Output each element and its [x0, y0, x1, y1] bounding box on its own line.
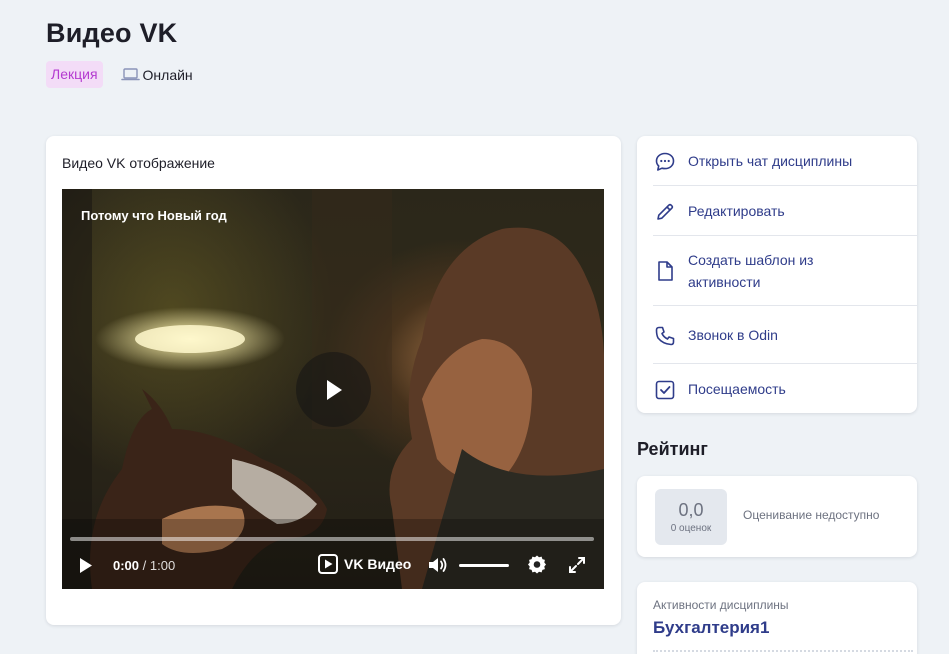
play-icon	[80, 558, 92, 573]
action-label: Открыть чат дисциплины	[688, 153, 853, 169]
score-count: 0 оценок	[670, 523, 712, 534]
page-title: Видео VK	[46, 18, 178, 48]
vk-play-logo-icon	[318, 554, 338, 574]
action-label: Посещаемость	[688, 381, 786, 397]
current-time: 0:00	[113, 558, 140, 573]
vk-video-brand: VK Видео	[344, 556, 412, 572]
play-button[interactable]	[78, 557, 94, 579]
action-label: Звонок в Odin	[688, 327, 778, 343]
video-card: Видео VK отображение Потому что Новый го…	[46, 136, 621, 625]
video-player[interactable]: Потому что Новый год 0:00 / 1:00 VK Виде…	[62, 189, 604, 589]
action-edit[interactable]: Редактировать	[653, 200, 901, 224]
phone-icon	[653, 324, 677, 348]
document-icon	[653, 259, 677, 283]
player-controls: 0:00 / 1:00 VK Видео	[62, 551, 604, 581]
rating-heading: Рейтинг	[637, 439, 708, 459]
score-value: 0,0	[678, 500, 704, 520]
video-progress-bar[interactable]	[70, 537, 594, 541]
divider	[653, 185, 917, 186]
activity-format: Онлайн	[120, 66, 193, 83]
time-separator: /	[139, 558, 150, 573]
action-label: Редактировать	[688, 203, 785, 219]
activity-type-badge: Лекция	[46, 61, 103, 88]
volume-icon	[429, 558, 447, 572]
discipline-card: Активности дисциплины Бухгалтерия1	[637, 582, 917, 654]
volume-slider[interactable]	[459, 564, 509, 567]
discipline-label: Активности дисциплины	[653, 598, 789, 612]
fullscreen-icon	[569, 557, 585, 573]
checkbox-icon	[653, 378, 677, 402]
action-attendance[interactable]: Посещаемость	[653, 378, 901, 402]
action-call-odin[interactable]: Звонок в Odin	[653, 324, 901, 348]
chat-icon	[653, 150, 677, 174]
laptop-icon	[120, 67, 140, 82]
rating-note: Оценивание недоступно	[743, 508, 880, 522]
duration: 1:00	[149, 558, 176, 573]
play-icon	[326, 379, 342, 400]
video-caption: Потому что Новый год	[81, 208, 227, 223]
settings-button[interactable]	[526, 554, 548, 581]
action-open-chat[interactable]: Открыть чат дисциплины	[653, 150, 901, 174]
video-card-title: Видео VK отображение	[62, 155, 215, 171]
fullscreen-button[interactable]	[567, 555, 587, 580]
vk-video-logo[interactable]: VK Видео	[318, 554, 411, 574]
action-label: Создать шаблон из активности	[688, 252, 814, 290]
actions-card: Открыть чат дисциплины Редактировать Соз…	[637, 136, 917, 413]
rating-card: 0,0 0 оценок Оценивание недоступно	[637, 476, 917, 557]
format-label: Онлайн	[142, 66, 193, 83]
divider	[653, 305, 917, 306]
big-play-button[interactable]	[296, 352, 371, 427]
volume-button[interactable]	[427, 555, 449, 580]
discipline-name-link[interactable]: Бухгалтерия1	[653, 618, 769, 638]
gear-icon	[528, 555, 546, 574]
divider	[653, 235, 917, 236]
video-time: 0:00 / 1:00	[113, 558, 175, 573]
dotted-divider	[653, 650, 913, 652]
activity-meta: Лекция Онлайн	[46, 61, 193, 88]
score-box: 0,0 0 оценок	[655, 489, 727, 545]
pencil-icon	[653, 200, 677, 224]
action-create-template[interactable]: Создать шаблон из активности	[653, 249, 901, 293]
divider	[653, 363, 917, 364]
